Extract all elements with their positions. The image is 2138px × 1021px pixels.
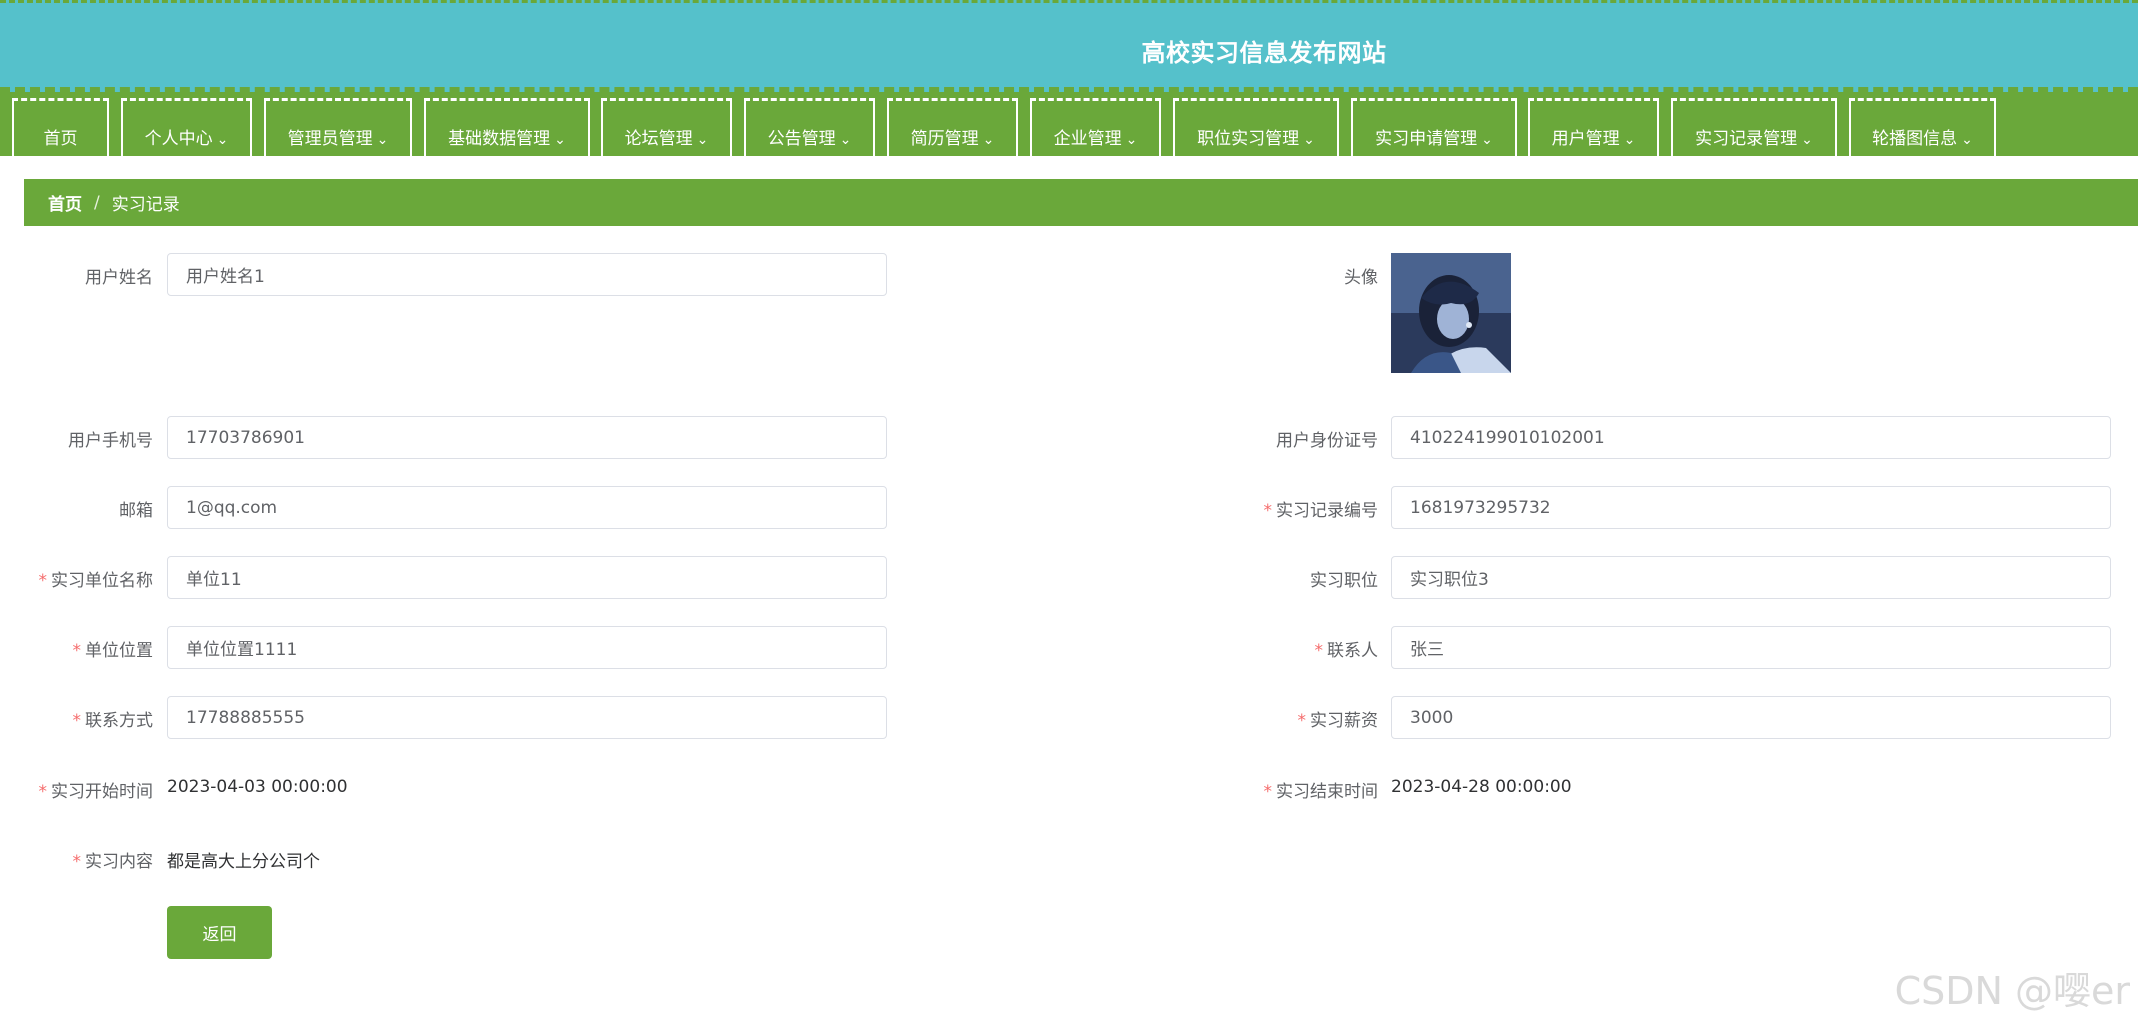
position-label: 实习职位 [1310,571,1378,591]
content-value: 都是高大上分公司个 [167,852,320,872]
nav-item-internship-position[interactable]: 职位实习管理 ⌄ [1173,98,1339,156]
avatar-label: 头像 [1344,268,1378,288]
breadcrumb-current: 实习记录 [111,195,180,215]
nav-item-personal-center[interactable]: 个人中心 ⌄ [121,98,252,156]
email-label: 邮箱 [119,501,153,521]
chevron-down-icon: ⌄ [1961,132,1973,148]
required-mark: * [38,782,48,802]
site-title: 高校实习信息发布网站 [1141,39,1387,67]
chevron-down-icon: ⌄ [376,132,389,148]
content-label: * 实习内容 [72,852,154,872]
nav-item-label: 基础数据管理 [448,129,551,149]
nav-item-announcement[interactable]: 公告管理 ⌄ [744,98,875,156]
nav-item-home[interactable]: 首页 [12,98,109,156]
main-nav: 首页 个人中心 ⌄ 管理员管理 ⌄ 基础数据管理 ⌄ 论坛管理 ⌄ 公告管理 ⌄ 简历管理… [0,92,2138,156]
company-location-field[interactable]: 单位位置1111 [167,626,887,669]
nav-item-resume[interactable]: 简历管理 ⌄ [887,98,1018,156]
record-no-field[interactable]: 1681973295732 [1391,486,2111,529]
breadcrumb: 首页 / 实习记录 [24,179,2138,226]
required-mark: * [72,641,82,661]
contact-person-label: * 联系人 [1314,641,1379,661]
nav-item-label: 管理员管理 [287,129,373,149]
breadcrumb-separator: / [94,192,100,213]
nav-item-label: 实习记录管理 [1695,129,1798,149]
required-mark: * [1314,641,1324,661]
username-label: 用户姓名 [85,268,153,288]
salary-field[interactable]: 3000 [1391,696,2111,739]
nav-item-label: 轮播图信息 [1872,129,1958,149]
end-time-value: 2023-04-28 00:00:00 [1391,777,1572,797]
nav-item-label: 首页 [43,129,78,149]
chevron-down-icon: ⌄ [554,132,566,148]
nav-item-user[interactable]: 用户管理 ⌄ [1528,98,1659,156]
phone-label: 用户手机号 [68,431,153,451]
nav-item-label: 企业管理 [1053,129,1122,149]
nav-item-carousel[interactable]: 轮播图信息 ⌄ [1849,98,1996,156]
nav-item-label: 简历管理 [910,129,979,149]
username-field[interactable]: 用户姓名1 [167,253,887,296]
avatar-illustration [1391,253,1511,373]
id-number-label: 用户身份证号 [1276,431,1378,451]
nav-item-label: 个人中心 [144,129,213,149]
required-mark: * [72,852,82,872]
site-header: 高校实习信息发布网站 [0,0,2138,92]
phone-field[interactable]: 17703786901 [167,416,887,459]
required-mark: * [38,571,48,591]
chevron-down-icon: ⌄ [839,132,852,148]
chevron-down-icon: ⌄ [1303,132,1315,148]
required-mark: * [72,711,82,731]
id-number-field[interactable]: 410224199010102001 [1391,416,2111,459]
start-time-value: 2023-04-03 00:00:00 [167,777,348,797]
required-mark: * [1263,501,1273,521]
position-field[interactable]: 实习职位3 [1391,556,2111,599]
chevron-down-icon: ⌄ [1801,132,1813,148]
chevron-down-icon: ⌄ [696,132,709,148]
chevron-down-icon: ⌄ [1481,132,1493,148]
back-button[interactable]: 返回 [167,906,272,959]
required-mark: * [1263,782,1273,802]
nav-item-internship-application[interactable]: 实习申请管理 ⌄ [1351,98,1517,156]
nav-item-company[interactable]: 企业管理 ⌄ [1030,98,1161,156]
email-field[interactable]: 1@qq.com [167,486,887,529]
nav-item-label: 实习申请管理 [1375,129,1478,149]
chevron-down-icon: ⌄ [1623,132,1636,148]
nav-item-label: 职位实习管理 [1197,129,1300,149]
required-mark: * [1297,711,1307,731]
start-time-label: * 实习开始时间 [38,782,154,802]
chevron-down-icon: ⌄ [982,132,995,148]
nav-item-label: 用户管理 [1551,129,1620,149]
company-location-label: * 单位位置 [72,641,154,661]
breadcrumb-home[interactable]: 首页 [48,190,82,215]
end-time-label: * 实习结束时间 [1263,782,1379,802]
nav-item-label: 公告管理 [767,129,836,149]
chevron-down-icon: ⌄ [1125,132,1138,148]
record-no-label: * 实习记录编号 [1263,501,1379,521]
contact-info-field[interactable]: 17788885555 [167,696,887,739]
watermark-text: CSDN @嘤er [1894,969,2130,1013]
contact-person-field[interactable]: 张三 [1391,626,2111,669]
avatar [1391,253,1511,373]
chevron-down-icon: ⌄ [216,132,229,148]
company-name-label: * 实习单位名称 [38,571,154,591]
nav-item-forum[interactable]: 论坛管理 ⌄ [601,98,732,156]
salary-label: * 实习薪资 [1297,711,1379,731]
nav-item-label: 论坛管理 [624,129,693,149]
nav-item-basic-data[interactable]: 基础数据管理 ⌄ [424,98,590,156]
company-name-field[interactable]: 单位11 [167,556,887,599]
nav-item-admin[interactable]: 管理员管理 ⌄ [264,98,412,156]
contact-info-label: * 联系方式 [72,711,154,731]
nav-item-internship-record[interactable]: 实习记录管理 ⌄ [1671,98,1837,156]
